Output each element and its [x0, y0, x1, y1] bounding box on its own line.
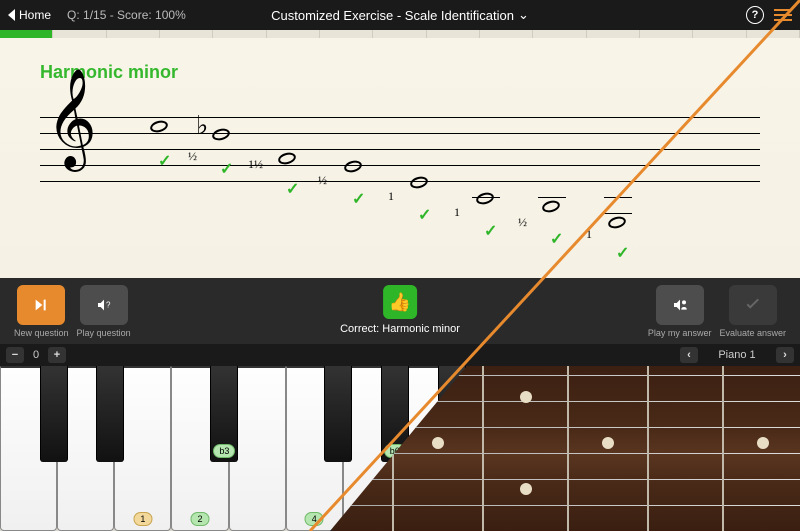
check-icon: ✓: [418, 205, 431, 225]
staff-area: Harmonic minor 𝄞 ♭ ✓ ½ ✓ 1½ ✓ ½ ✓ 1 ✓ 1 …: [0, 38, 800, 278]
key-degree-label: b3: [213, 444, 235, 458]
check-icon: ✓: [616, 243, 629, 263]
progress-strip: [0, 30, 800, 38]
key-degree-label: 2: [190, 512, 209, 526]
interval-label: 1: [586, 227, 592, 242]
scale-name-label: Harmonic minor: [40, 62, 760, 83]
thumbs-up-icon: 👍: [383, 285, 417, 319]
exercise-title[interactable]: Customized Exercise - Scale Identificati…: [271, 7, 529, 23]
black-key[interactable]: [40, 366, 68, 462]
black-key[interactable]: [324, 366, 352, 462]
note: [149, 119, 169, 134]
check-icon: ✓: [484, 221, 497, 241]
app-header: Home Q: 1/15 - Score: 100% Customized Ex…: [0, 0, 800, 30]
fret-marker-icon: [757, 437, 769, 449]
check-icon: ✓: [352, 189, 365, 209]
key-degree-label: 1: [133, 512, 152, 526]
instrument-name[interactable]: Piano 1: [702, 349, 772, 361]
feedback-text: Correct: Harmonic minor: [340, 323, 460, 335]
check-icon: [742, 294, 764, 316]
feedback-panel: 👍 Correct: Harmonic minor: [340, 285, 460, 335]
octave-up-button[interactable]: +: [48, 347, 66, 363]
flat-icon: ♭: [196, 111, 208, 141]
check-icon: ✓: [220, 159, 233, 179]
interval-label: 1½: [248, 157, 263, 172]
note: [211, 127, 231, 142]
next-icon: [31, 297, 51, 313]
check-icon: ✓: [158, 151, 171, 171]
note: [475, 191, 495, 206]
black-key[interactable]: b3: [210, 366, 238, 462]
play-my-answer-button[interactable]: Play my answer: [648, 285, 712, 338]
note: [409, 175, 429, 190]
svg-text:?: ?: [106, 300, 111, 309]
check-icon: ✓: [550, 229, 563, 249]
fret-marker-icon: [520, 483, 532, 495]
interval-label: ½: [518, 215, 527, 230]
treble-clef-icon: 𝄞: [46, 75, 97, 161]
fret-marker-icon: [432, 437, 444, 449]
instrument-prev-button[interactable]: ‹: [680, 347, 698, 363]
evaluate-answer-button[interactable]: Evaluate answer: [719, 285, 786, 338]
interval-label: ½: [318, 173, 327, 188]
fret-marker-icon: [602, 437, 614, 449]
home-button[interactable]: Home: [8, 8, 51, 22]
note: [607, 215, 627, 230]
interval-label: 1: [388, 189, 394, 204]
black-key[interactable]: [96, 366, 124, 462]
question-score: Q: 1/15 - Score: 100%: [67, 8, 186, 22]
speaker-question-icon: ?: [94, 297, 114, 313]
play-question-button[interactable]: ? Play question: [77, 285, 131, 338]
interval-label: ½: [188, 149, 197, 164]
octave-down-button[interactable]: −: [6, 347, 24, 363]
music-staff: 𝄞 ♭ ✓ ½ ✓ 1½ ✓ ½ ✓ 1 ✓ 1 ✓ ½ ✓ 1 ✓: [40, 93, 760, 243]
new-question-button[interactable]: New question: [14, 285, 69, 338]
note: [277, 151, 297, 166]
help-icon[interactable]: ?: [746, 6, 764, 24]
interval-label: 1: [454, 205, 460, 220]
menu-icon[interactable]: [774, 9, 792, 21]
instrument-bar: − 0 + ‹ Piano 1 ›: [0, 344, 800, 366]
note: [541, 199, 561, 214]
speaker-user-icon: [670, 297, 690, 313]
fret-marker-icon: [520, 391, 532, 403]
note: [343, 159, 363, 174]
back-arrow-icon: [8, 9, 15, 21]
home-label: Home: [19, 8, 51, 22]
keyboard-area: 1 2 4 5 1 b3 b6 7: [0, 366, 800, 531]
instrument-next-button[interactable]: ›: [776, 347, 794, 363]
chevron-down-icon: ⌄: [518, 7, 529, 23]
check-icon: ✓: [286, 179, 299, 199]
key-degree-label: 4: [305, 512, 324, 526]
octave-value: 0: [24, 349, 48, 361]
